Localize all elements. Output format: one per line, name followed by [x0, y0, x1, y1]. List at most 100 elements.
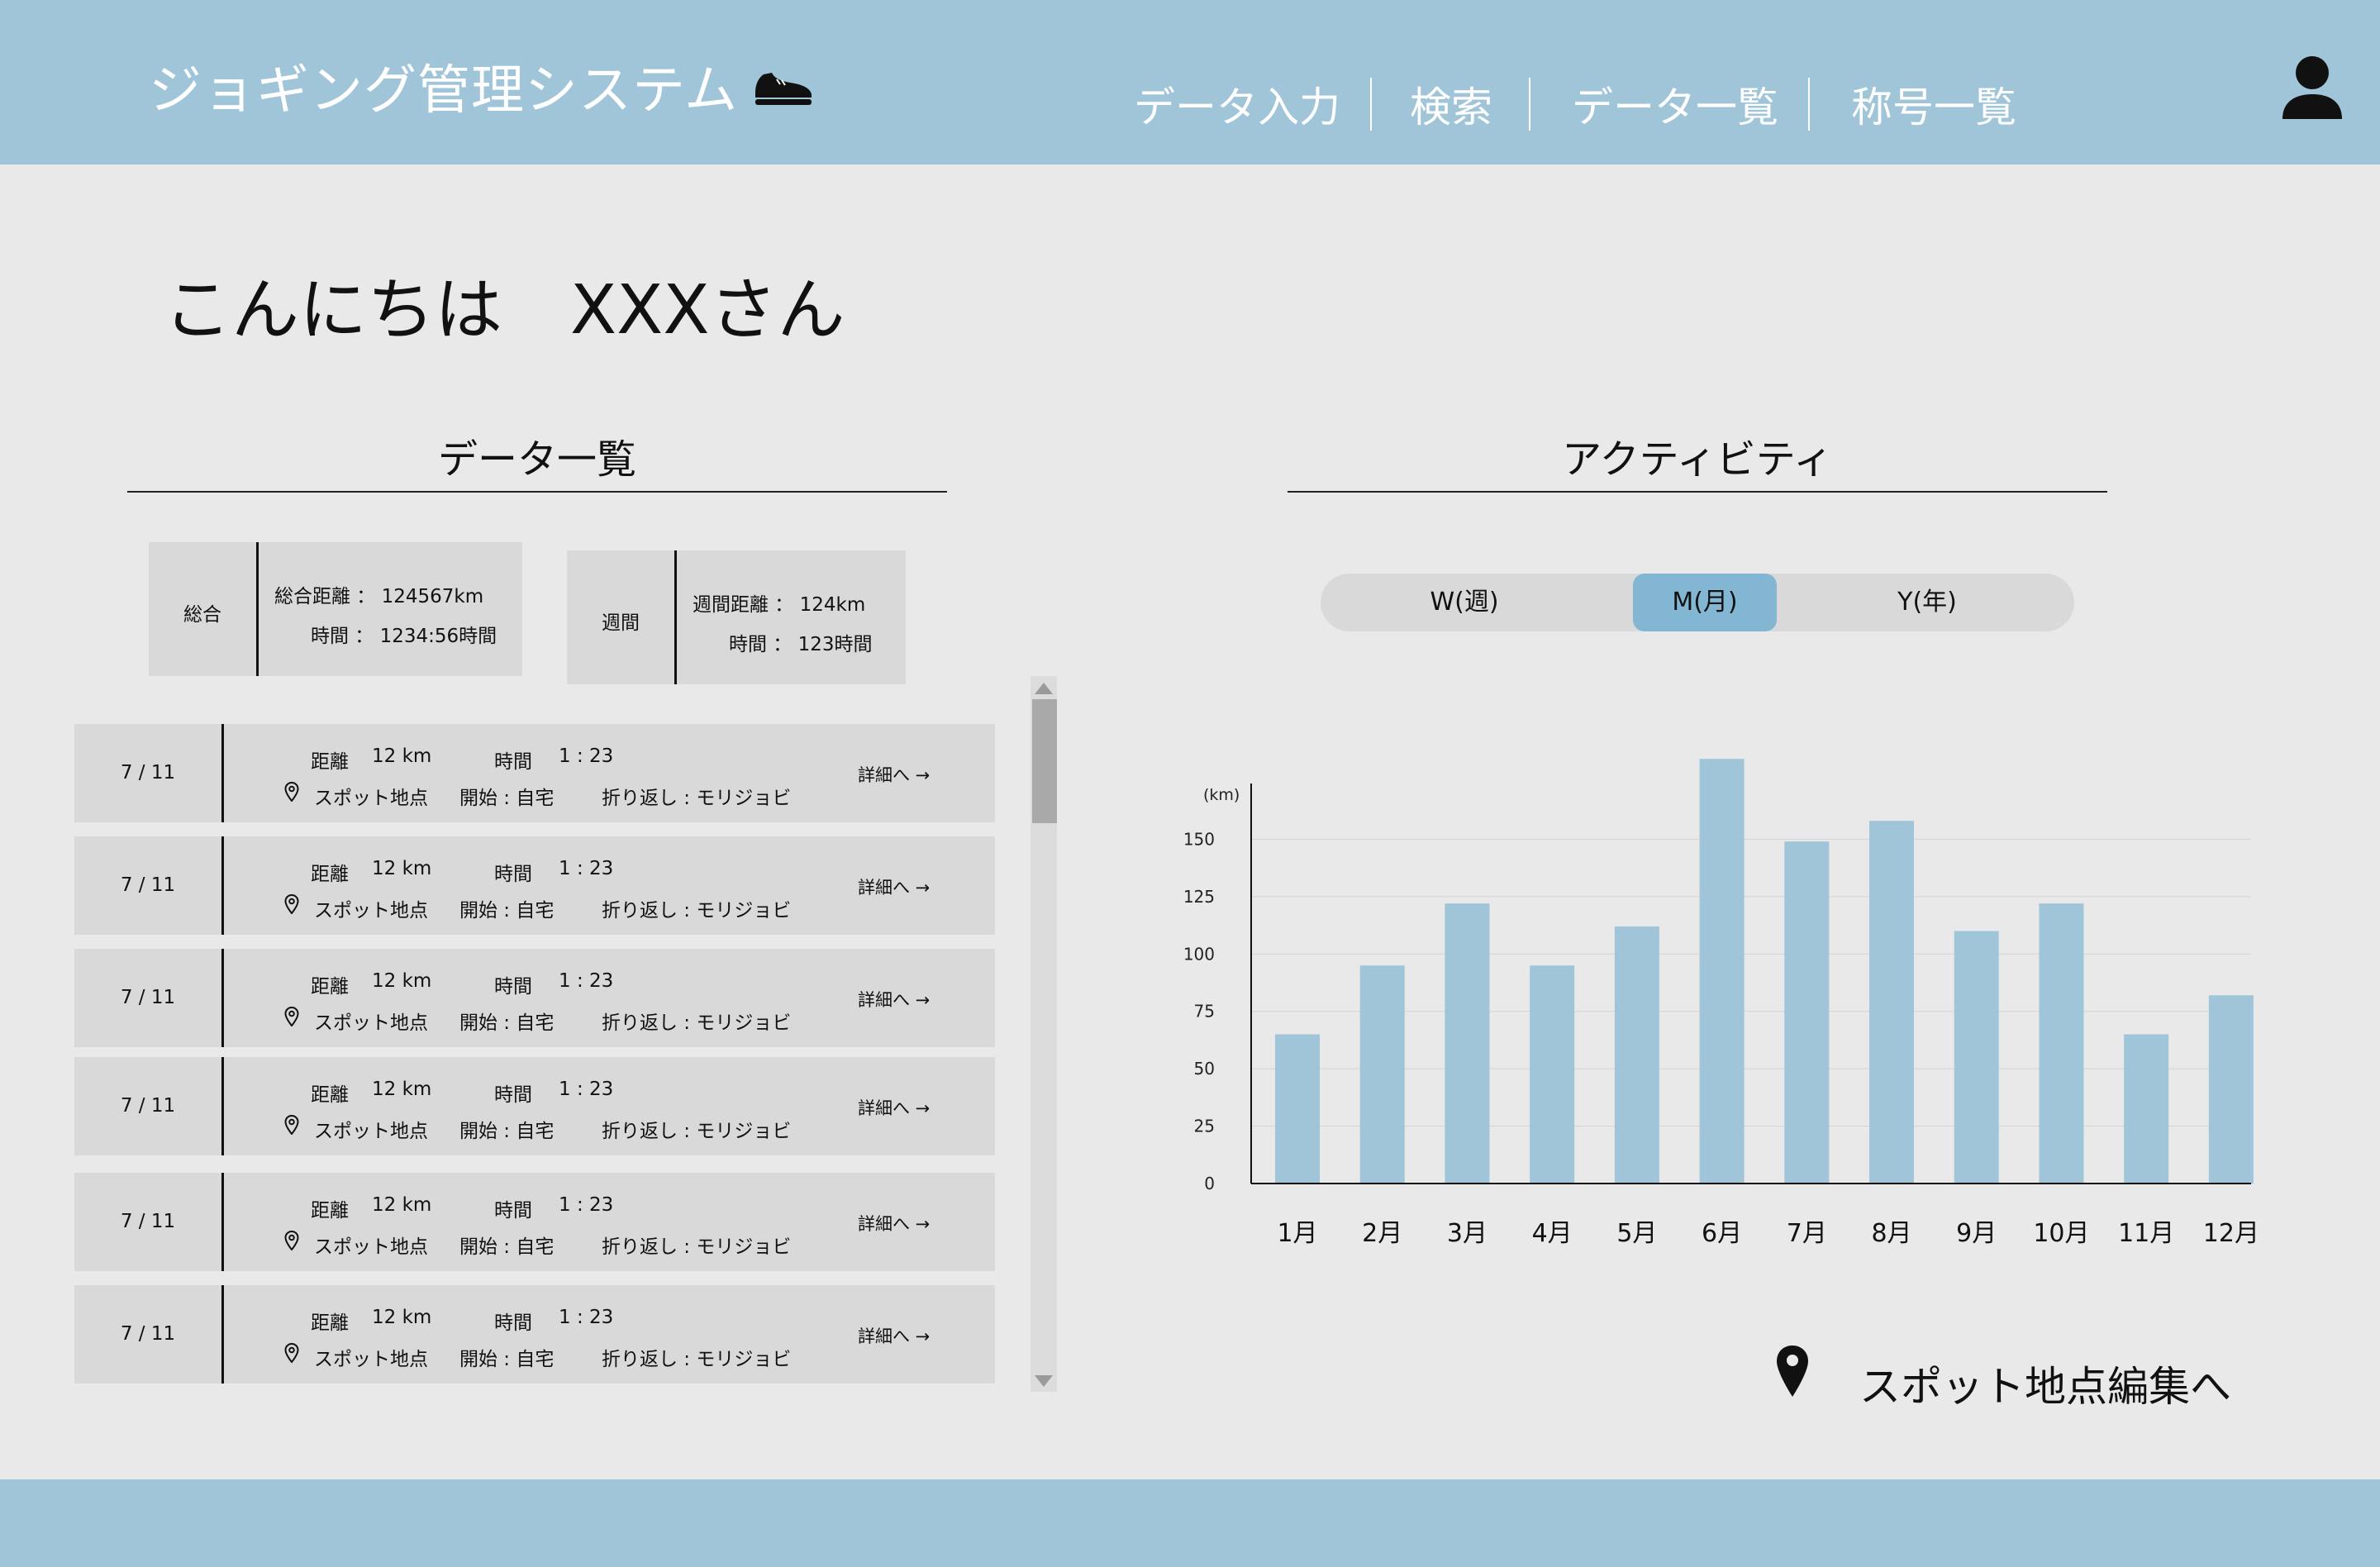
- row-turnaround: 折り返し : モリジョビ: [602, 788, 792, 809]
- user-icon[interactable]: [2281, 55, 2344, 121]
- scroll-down-icon[interactable]: [1035, 1375, 1053, 1387]
- row-distance: 12 km: [372, 970, 432, 992]
- summary-week-label: 週間: [602, 612, 640, 634]
- row-start: 開始 : 自宅: [459, 788, 555, 809]
- x-tick-label: 3月: [1447, 1219, 1488, 1248]
- row-spot-label: スポット地点: [314, 1012, 428, 1034]
- detail-link[interactable]: 詳細へ →: [858, 1095, 930, 1120]
- chart-bar: [1614, 926, 1659, 1184]
- y-axis-unit-label: (km): [1203, 786, 1240, 804]
- row-turnaround: 折り返し : モリジョビ: [602, 900, 792, 922]
- row-time-label: 時間: [494, 864, 532, 885]
- list-item[interactable]: 7 / 11 距離 12 km 時間 1 : 23 スポット地点 開始 : 自宅 折り返し :…: [74, 1173, 995, 1271]
- detail-link[interactable]: 詳細へ →: [858, 874, 930, 899]
- chart-bar: [1954, 931, 1999, 1184]
- x-tick-label: 6月: [1702, 1219, 1742, 1248]
- toggle-month[interactable]: M(月): [1633, 574, 1777, 631]
- chart-bar: [1869, 821, 1915, 1184]
- nav-search[interactable]: 検索: [1410, 74, 1492, 134]
- detail-link[interactable]: 詳細へ →: [858, 1323, 930, 1348]
- row-spot-label: スポット地点: [314, 1236, 428, 1258]
- activity-underline: [1288, 491, 2107, 493]
- row-turnaround: 折り返し : モリジョビ: [602, 1349, 792, 1370]
- chart-bar: [1359, 965, 1405, 1184]
- y-tick-label: 125: [1183, 887, 1215, 907]
- detail-link[interactable]: 詳細へ →: [858, 987, 930, 1012]
- nav-data-list[interactable]: データ一覧: [1572, 74, 1778, 134]
- row-date: 7 / 11: [120, 762, 176, 784]
- row-time-label: 時間: [494, 751, 532, 773]
- row-date: 7 / 11: [120, 987, 176, 1008]
- location-pin-icon: [284, 1231, 299, 1250]
- row-turnaround: 折り返し : モリジョビ: [602, 1012, 792, 1034]
- list-item[interactable]: 7 / 11 距離 12 km 時間 1 : 23 スポット地点 開始 : 自宅 折り返し :…: [74, 836, 995, 935]
- row-distance-label: 距離: [311, 864, 349, 885]
- y-tick-label: 25: [1194, 1117, 1215, 1136]
- chart-bar: [1445, 903, 1490, 1184]
- x-tick-label: 12月: [2203, 1219, 2259, 1248]
- x-tick-label: 5月: [1616, 1219, 1657, 1248]
- row-date: 7 / 11: [120, 1095, 176, 1117]
- row-distance-label: 距離: [311, 751, 349, 773]
- list-item[interactable]: 7 / 11 距離 12 km 時間 1 : 23 スポット地点 開始 : 自宅 折り返し :…: [74, 949, 995, 1047]
- y-tick-label: 50: [1194, 1059, 1215, 1079]
- list-item[interactable]: 7 / 11 距離 12 km 時間 1 : 23 スポット地点 開始 : 自宅 折り返し :…: [74, 1057, 995, 1155]
- row-spot-label: スポット地点: [314, 1121, 428, 1142]
- row-distance: 12 km: [372, 858, 432, 879]
- row-divider: [221, 836, 224, 935]
- scroll-up-icon[interactable]: [1035, 683, 1053, 694]
- toggle-week[interactable]: W(週): [1355, 574, 1573, 631]
- row-distance: 12 km: [372, 1307, 432, 1328]
- row-time: 1 : 23: [559, 970, 614, 992]
- map-pin-icon: [1777, 1346, 1808, 1397]
- row-distance-label: 距離: [311, 976, 349, 998]
- shoe-icon: [755, 73, 812, 105]
- spot-edit-link[interactable]: スポット地点編集へ: [1859, 1354, 2231, 1413]
- data-list-underline: [127, 491, 947, 493]
- greeting-text: こんにちは XXXさん: [164, 271, 845, 350]
- detail-link[interactable]: 詳細へ →: [858, 762, 930, 787]
- row-turnaround: 折り返し : モリジョビ: [602, 1121, 792, 1142]
- row-distance: 12 km: [372, 1194, 432, 1216]
- row-spot-label: スポット地点: [314, 788, 428, 809]
- chart-bar: [1784, 841, 1830, 1184]
- row-start: 開始 : 自宅: [459, 900, 555, 922]
- detail-link[interactable]: 詳細へ →: [858, 1211, 930, 1236]
- activity-bar-chart: 0 25 50 75 100 125 150 (km) 1月 2月 3月 4月 5月 6月 7月 8月 9月 10…: [1183, 759, 2259, 1248]
- row-distance-label: 距離: [311, 1084, 349, 1106]
- row-date: 7 / 11: [120, 1323, 176, 1345]
- row-distance-label: 距離: [311, 1312, 349, 1334]
- x-tick-label: 8月: [1871, 1219, 1911, 1248]
- toggle-year[interactable]: Y(年): [1818, 574, 2036, 631]
- summary-week-distance: 週間距離 ： 124km: [693, 594, 866, 616]
- scroll-thumb[interactable]: [1032, 699, 1057, 823]
- location-pin-icon: [284, 1007, 299, 1026]
- row-divider: [221, 1285, 224, 1384]
- card-divider: [674, 550, 677, 684]
- list-item[interactable]: 7 / 11 距離 12 km 時間 1 : 23 スポット地点 開始 : 自宅 折り返し :…: [74, 724, 995, 822]
- data-list-title: データ一覧: [437, 436, 636, 483]
- y-tick-label: 75: [1194, 1002, 1215, 1022]
- row-time: 1 : 23: [559, 1194, 614, 1216]
- location-pin-icon: [284, 1115, 299, 1135]
- summary-total-time: 時間 ： 1234:56時間: [311, 626, 497, 647]
- row-start: 開始 : 自宅: [459, 1349, 555, 1370]
- row-start: 開始 : 自宅: [459, 1012, 555, 1034]
- activity-title: アクティビティ: [1562, 436, 1833, 483]
- row-time-label: 時間: [494, 1084, 532, 1106]
- y-tick-label: 100: [1183, 944, 1215, 964]
- row-distance: 12 km: [372, 1079, 432, 1100]
- nav-data-entry[interactable]: データ入力: [1134, 74, 1340, 134]
- footer-bar: [0, 1479, 2380, 1567]
- row-time: 1 : 23: [559, 1079, 614, 1100]
- row-time: 1 : 23: [559, 745, 614, 767]
- y-tick-label: 150: [1183, 829, 1215, 849]
- row-turnaround: 折り返し : モリジョビ: [602, 1236, 792, 1258]
- location-pin-icon: [284, 894, 299, 914]
- x-tick-label: 1月: [1277, 1219, 1317, 1248]
- x-tick-label: 10月: [2033, 1219, 2089, 1248]
- nav-separator: [1370, 78, 1372, 131]
- y-tick-label: 0: [1204, 1174, 1215, 1193]
- nav-titles-list[interactable]: 称号一覧: [1851, 74, 2016, 134]
- list-item[interactable]: 7 / 11 距離 12 km 時間 1 : 23 スポット地点 開始 : 自宅 折り返し :…: [74, 1285, 995, 1384]
